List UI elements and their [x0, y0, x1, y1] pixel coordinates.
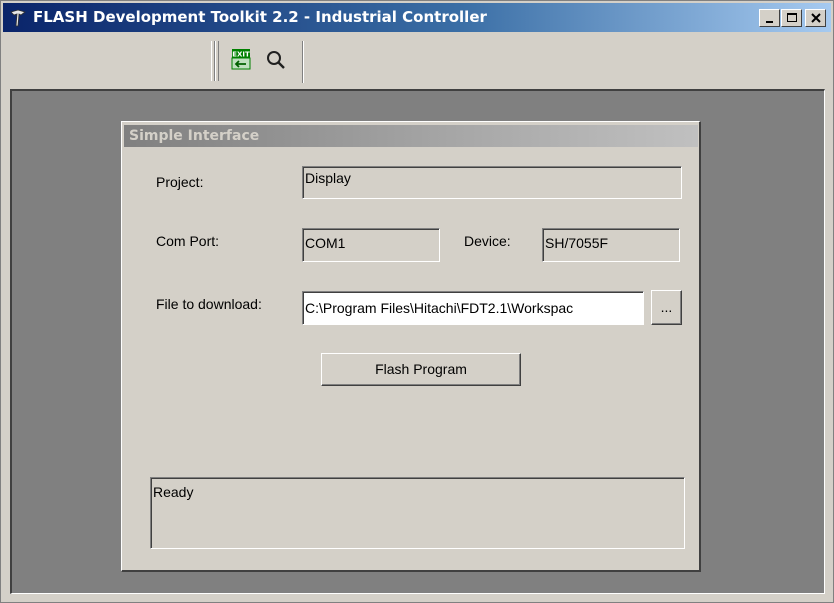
- file-to-download-label: File to download:: [156, 296, 262, 312]
- close-button[interactable]: [805, 9, 826, 27]
- minimize-icon: [766, 21, 773, 23]
- simple-interface-title: Simple Interface: [129, 128, 260, 144]
- main-window: FLASH Development Toolkit 2.2 - Industri…: [0, 0, 834, 603]
- flash-program-button[interactable]: Flash Program: [321, 353, 521, 386]
- svg-text:EXIT: EXIT: [232, 51, 250, 59]
- find-icon: [267, 51, 285, 69]
- exit-icon: EXIT: [231, 49, 251, 70]
- project-field: Display: [302, 166, 682, 199]
- find-button[interactable]: [263, 47, 289, 73]
- status-box: Ready: [150, 477, 685, 549]
- maximize-icon: [787, 13, 797, 22]
- app-icon: [10, 9, 26, 27]
- exit-button[interactable]: EXIT: [228, 47, 254, 73]
- com-port-label: Com Port:: [156, 233, 220, 249]
- browse-button[interactable]: ...: [651, 290, 682, 325]
- close-icon: [811, 13, 821, 23]
- title-bar[interactable]: FLASH Development Toolkit 2.2 - Industri…: [3, 3, 831, 32]
- device-label: Device:: [464, 233, 511, 249]
- toolbar-grip[interactable]: [211, 41, 221, 81]
- project-label: Project:: [156, 174, 204, 190]
- window-title: FLASH Development Toolkit 2.2 - Industri…: [33, 8, 487, 26]
- simple-interface-window: Simple Interface Project: Display Com Po…: [121, 121, 701, 572]
- minimize-button[interactable]: [759, 9, 780, 27]
- toolbar-separator: [302, 41, 304, 83]
- file-path-input[interactable]: C:\Program Files\Hitachi\FDT2.1\Workspac: [302, 291, 644, 325]
- com-port-field: COM1: [302, 228, 440, 262]
- maximize-button[interactable]: [781, 9, 802, 27]
- device-field: SH/7055F: [542, 228, 680, 262]
- simple-interface-title-bar[interactable]: Simple Interface: [124, 125, 698, 147]
- toolbar: EXIT: [3, 33, 831, 85]
